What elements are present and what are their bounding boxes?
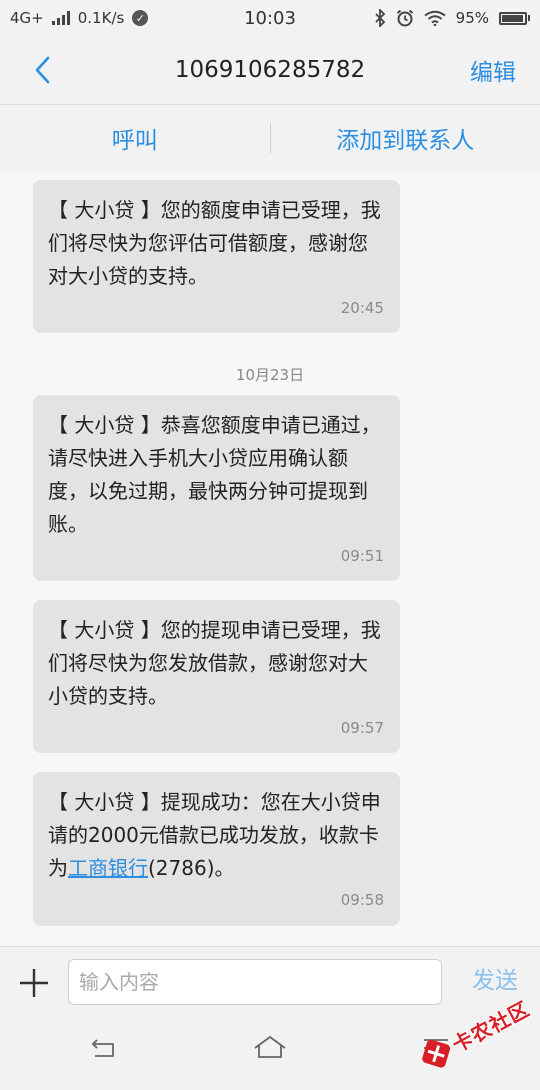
- message-input[interactable]: [68, 959, 442, 1005]
- action-bar: 呼叫 添加到联系人: [0, 105, 540, 171]
- message-text: 【 大小贷 】您的额度申请已受理，我们将尽快为您评估可借额度，感谢您对大小贷的支…: [48, 194, 384, 293]
- page-title: 1069106285782: [0, 57, 540, 83]
- network-type: 4G+: [10, 9, 44, 27]
- network-speed: 0.1K/s: [78, 9, 125, 27]
- bluetooth-icon: [374, 9, 386, 27]
- call-button[interactable]: 呼叫: [0, 121, 270, 155]
- attach-button[interactable]: [14, 963, 54, 1003]
- message-time: 09:57: [48, 719, 384, 737]
- nav-home-button[interactable]: [248, 1030, 292, 1066]
- date-separator: 10月23日: [0, 364, 540, 385]
- status-bar: 4G+ 0.1K/s ✓ 10:03 95%: [0, 0, 540, 36]
- bank-link[interactable]: 工商银行: [68, 856, 148, 880]
- signal-icon: [52, 11, 70, 25]
- title-bar: 1069106285782 编辑: [0, 36, 540, 105]
- check-icon: ✓: [132, 10, 148, 26]
- message-text: 【 大小贷 】提现成功：您在大小贷申请的2000元借款已成功发放，收款卡为工商银…: [48, 786, 384, 885]
- message-text: 【 大小贷 】恭喜您额度申请已通过，请尽快进入手机大小贷应用确认额度，以免过期，…: [48, 409, 384, 541]
- message-bubble[interactable]: 【 大小贷 】提现成功：您在大小贷申请的2000元借款已成功发放，收款卡为工商银…: [33, 772, 400, 926]
- status-right: 95%: [374, 9, 530, 27]
- chevron-left-icon: [33, 55, 51, 85]
- wifi-icon: [424, 10, 446, 26]
- message-time: 20:45: [48, 299, 384, 317]
- nav-back-button[interactable]: [82, 1030, 126, 1066]
- battery-percent: 95%: [456, 9, 489, 27]
- edit-button[interactable]: 编辑: [470, 53, 516, 87]
- message-text: 【 大小贷 】您的提现申请已受理，我们将尽快为您发放借款，感谢您对大小贷的支持。: [48, 614, 384, 713]
- return-icon: [89, 1036, 119, 1060]
- message-bubble[interactable]: 【 大小贷 】您的提现申请已受理，我们将尽快为您发放借款，感谢您对大小贷的支持。…: [33, 600, 400, 753]
- alarm-icon: [396, 9, 414, 27]
- message-text-after: (2786)。: [148, 856, 235, 880]
- add-contact-button[interactable]: 添加到联系人: [271, 121, 540, 155]
- message-time: 09:51: [48, 547, 384, 565]
- battery-icon: [499, 12, 530, 25]
- plus-icon: [14, 963, 54, 1003]
- back-button[interactable]: [22, 50, 62, 90]
- message-bubble[interactable]: 【 大小贷 】您的额度申请已受理，我们将尽快为您评估可借额度，感谢您对大小贷的支…: [33, 180, 400, 333]
- message-bubble[interactable]: 【 大小贷 】恭喜您额度申请已通过，请尽快进入手机大小贷应用确认额度，以免过期，…: [33, 395, 400, 581]
- status-left: 4G+ 0.1K/s ✓: [10, 9, 148, 27]
- message-time: 09:58: [48, 891, 384, 909]
- message-list[interactable]: 【 大小贷 】您的额度申请已受理，我们将尽快为您评估可借额度，感谢您对大小贷的支…: [0, 172, 540, 946]
- home-icon: [252, 1035, 288, 1061]
